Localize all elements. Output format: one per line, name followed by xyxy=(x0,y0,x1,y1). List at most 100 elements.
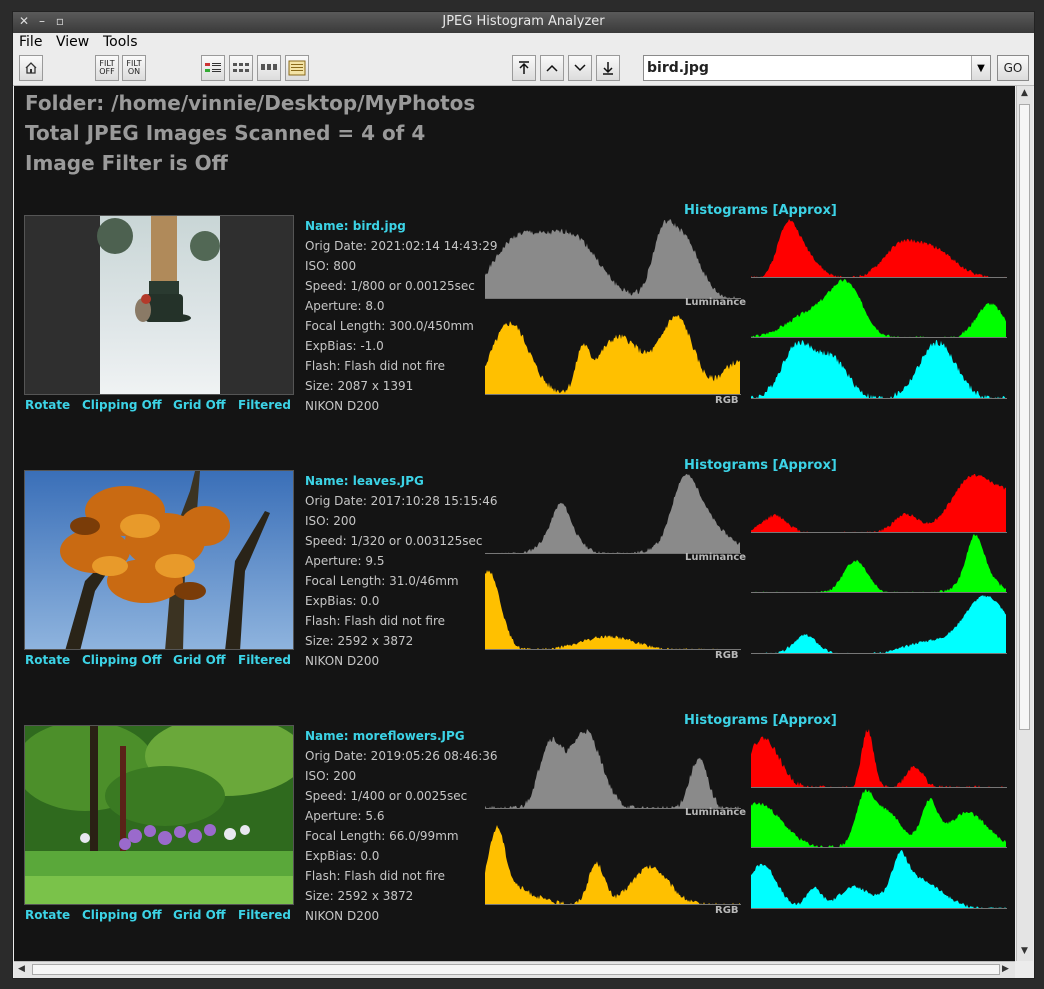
folder-path: Folder: /home/vinnie/Desktop/MyPhotos xyxy=(25,91,476,115)
red-histogram-area xyxy=(751,729,1006,788)
luminance-histogram xyxy=(485,729,741,809)
focal-length: Focal Length: 31.0/46mm xyxy=(305,574,459,588)
scroll-right-arrow-icon[interactable]: ▶ xyxy=(1002,964,1009,974)
title-bar: ✕ – ▫ JPEG Histogram Analyzer xyxy=(13,12,1034,33)
lum-histogram-area xyxy=(485,474,740,554)
image-thumbnail[interactable] xyxy=(24,470,294,650)
layout-detail-icon xyxy=(288,60,306,76)
menu-tools[interactable]: Tools xyxy=(103,34,138,50)
image-thumbnail[interactable] xyxy=(24,725,294,905)
clipping-toggle[interactable]: Clipping Off xyxy=(82,908,162,922)
camera-model: NIKON D200 xyxy=(305,399,380,413)
clipping-toggle[interactable]: Clipping Off xyxy=(82,398,162,412)
flash: Flash: Flash did not fire xyxy=(305,869,446,883)
layout-grid-button[interactable] xyxy=(229,55,253,81)
image-size: Size: 2592 x 3872 xyxy=(305,889,414,903)
orig-date: Orig Date: 2017:10:28 15:15:46 xyxy=(305,494,498,508)
filtered-link[interactable]: Filtered xyxy=(238,653,291,667)
exp-bias: ExpBias: 0.0 xyxy=(305,594,380,608)
scroll-down-arrow-icon[interactable]: ▼ xyxy=(1021,946,1028,956)
rotate-link[interactable]: Rotate xyxy=(25,908,70,922)
vertical-scroll-thumb[interactable] xyxy=(1019,104,1030,730)
dropdown-arrow-icon[interactable]: ▼ xyxy=(971,56,990,80)
bird-photo xyxy=(25,216,293,394)
filtered-link[interactable]: Filtered xyxy=(238,398,291,412)
filter-status: Image Filter is Off xyxy=(25,151,228,175)
home-button[interactable] xyxy=(19,55,43,81)
horizontal-scrollbar[interactable]: ◀ ▶ xyxy=(14,961,1015,978)
arrow-bottom-icon xyxy=(603,62,613,75)
speed: Speed: 1/400 or 0.0025sec xyxy=(305,789,468,803)
filter-on-button[interactable]: FILT ON xyxy=(122,55,146,81)
blue-histogram-area xyxy=(751,340,1006,399)
blue-histogram xyxy=(751,850,1007,909)
aperture: Aperture: 8.0 xyxy=(305,299,385,313)
iso: ISO: 200 xyxy=(305,769,357,783)
blue-histogram xyxy=(751,595,1007,654)
image-name: Name: leaves.JPG xyxy=(305,474,424,488)
image-thumbnail[interactable] xyxy=(24,215,294,395)
grid-toggle[interactable]: Grid Off xyxy=(173,653,226,667)
rgb-label: RGB xyxy=(715,650,739,661)
red-histogram-area xyxy=(751,219,1006,278)
scroll-down-button[interactable] xyxy=(568,55,592,81)
clipping-toggle[interactable]: Clipping Off xyxy=(82,653,162,667)
filtered-link[interactable]: Filtered xyxy=(238,908,291,922)
focal-length: Focal Length: 66.0/99mm xyxy=(305,829,459,843)
app-window: ✕ – ▫ JPEG Histogram Analyzer File View … xyxy=(12,11,1035,979)
aperture: Aperture: 5.6 xyxy=(305,809,385,823)
scroll-up-button[interactable] xyxy=(540,55,564,81)
rgb-label: RGB xyxy=(715,395,739,406)
lum-histogram-area xyxy=(485,729,740,809)
rgb-histogram xyxy=(485,570,741,650)
green-histogram xyxy=(751,279,1007,338)
red-histogram xyxy=(751,219,1007,278)
speed: Speed: 1/800 or 0.00125sec xyxy=(305,279,475,293)
red-histogram-area xyxy=(751,474,1006,533)
rgb-histogram-area xyxy=(485,570,740,650)
layout-detail-button[interactable] xyxy=(285,55,309,81)
layout-grid-icon xyxy=(233,63,249,72)
arrow-top-icon xyxy=(519,61,529,74)
rgb-histogram-area xyxy=(485,315,740,395)
image-size: Size: 2592 x 3872 xyxy=(305,634,414,648)
grid-toggle[interactable]: Grid Off xyxy=(173,398,226,412)
green-histogram-area xyxy=(751,534,1006,593)
luminance-label: Luminance xyxy=(685,807,747,818)
blue-histogram xyxy=(751,340,1007,399)
horizontal-scroll-thumb[interactable] xyxy=(32,964,1000,975)
image-entry: Rotate Clipping Off Grid Off Filtered Na… xyxy=(14,203,1015,455)
scroll-bottom-button[interactable] xyxy=(596,55,620,81)
chevron-down-icon xyxy=(574,64,586,72)
file-select-value: bird.jpg xyxy=(647,60,709,76)
flowers-photo xyxy=(25,726,293,904)
scan-count: Total JPEG Images Scanned = 4 of 4 xyxy=(25,121,426,145)
go-button[interactable]: GO xyxy=(997,55,1029,81)
rotate-link[interactable]: Rotate xyxy=(25,398,70,412)
image-entry: Rotate Clipping Off Grid Off Filtered Na… xyxy=(14,713,1015,961)
file-select-combo[interactable]: bird.jpg ▼ xyxy=(643,55,991,81)
layout-list-button[interactable] xyxy=(201,55,225,81)
scroll-up-arrow-icon[interactable]: ▲ xyxy=(1021,88,1028,98)
menu-view[interactable]: View xyxy=(56,34,89,50)
scroll-left-arrow-icon[interactable]: ◀ xyxy=(18,964,25,974)
grid-toggle[interactable]: Grid Off xyxy=(173,908,226,922)
green-histogram xyxy=(751,534,1007,593)
scroll-top-button[interactable] xyxy=(512,55,536,81)
layout-thumbs-button[interactable] xyxy=(257,55,281,81)
speed: Speed: 1/320 or 0.003125sec xyxy=(305,534,483,548)
camera-model: NIKON D200 xyxy=(305,654,380,668)
layout-list-icon xyxy=(205,63,221,72)
exp-bias: ExpBias: -1.0 xyxy=(305,339,384,353)
orig-date: Orig Date: 2019:05:26 08:46:36 xyxy=(305,749,498,763)
rotate-link[interactable]: Rotate xyxy=(25,653,70,667)
results-panel: Folder: /home/vinnie/Desktop/MyPhotos To… xyxy=(14,86,1015,961)
flash: Flash: Flash did not fire xyxy=(305,614,446,628)
filter-off-button[interactable]: FILT OFF xyxy=(95,55,119,81)
rgb-histogram-area xyxy=(485,825,740,905)
image-name: Name: moreflowers.JPG xyxy=(305,729,465,743)
vertical-scrollbar[interactable]: ▲ ▼ xyxy=(1016,86,1033,961)
image-entry: Rotate Clipping Off Grid Off Filtered Na… xyxy=(14,458,1015,710)
menu-bar: File View Tools xyxy=(13,33,1034,53)
menu-file[interactable]: File xyxy=(19,34,42,50)
